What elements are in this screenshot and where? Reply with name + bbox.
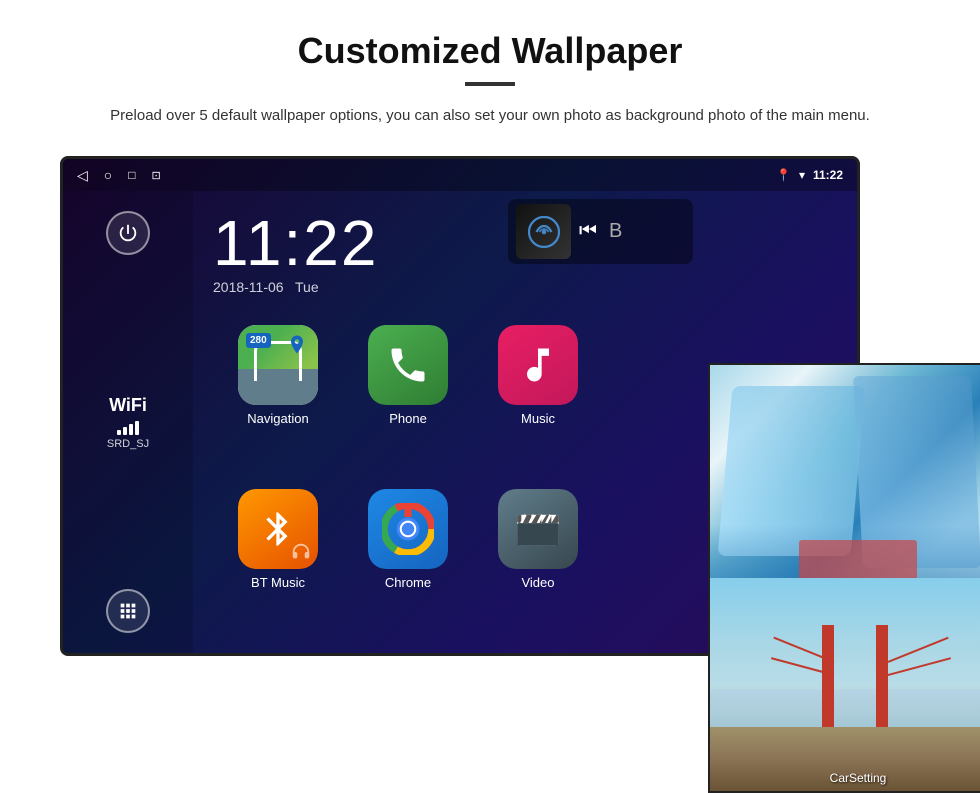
wifi-block: WiFi SRD_SJ: [107, 395, 149, 450]
apps-button[interactable]: [106, 589, 150, 633]
device-container: ◁ ○ □ ⊡ 📍 ▾ 11:22: [60, 156, 920, 656]
music-icon: [498, 325, 578, 405]
status-bar: ◁ ○ □ ⊡ 📍 ▾ 11:22: [63, 159, 857, 191]
navigation-icon: 280: [238, 325, 318, 405]
app-navigation[interactable]: 280 Navigation: [223, 325, 333, 469]
app-bt-music[interactable]: BT Music: [223, 489, 333, 633]
carsetting-label: CarSetting: [830, 771, 887, 785]
clock-date: 2018-11-06 Tue: [213, 279, 837, 295]
left-sidebar: WiFi SRD_SJ: [63, 191, 193, 653]
chrome-label: Chrome: [385, 575, 431, 590]
app-chrome[interactable]: Chrome: [353, 489, 463, 633]
music-label: Music: [521, 411, 555, 426]
page-description: Preload over 5 default wallpaper options…: [100, 104, 880, 128]
app-music[interactable]: Music: [483, 325, 593, 469]
navigation-label: Navigation: [247, 411, 308, 426]
status-right: 📍 ▾ 11:22: [776, 168, 843, 182]
back-icon[interactable]: ◁: [77, 167, 88, 184]
bt-music-label: BT Music: [251, 575, 305, 590]
top-music-area: ⏮ B: [508, 199, 693, 264]
wallpaper-bridge-thumb[interactable]: CarSetting: [710, 578, 980, 791]
chrome-icon: [368, 489, 448, 569]
phone-label: Phone: [389, 411, 427, 426]
wifi-icon: ▾: [799, 168, 805, 182]
page-wrapper: Customized Wallpaper Preload over 5 defa…: [0, 0, 980, 676]
wallpaper-ice-thumb[interactable]: [710, 365, 980, 578]
wifi-label: WiFi: [107, 395, 149, 416]
clock-display: 11:22: [813, 168, 843, 182]
home-icon[interactable]: ○: [104, 167, 112, 183]
recents-icon[interactable]: □: [128, 168, 135, 182]
video-icon: [498, 489, 578, 569]
title-underline: [465, 82, 515, 86]
video-label: Video: [521, 575, 554, 590]
phone-icon: [368, 325, 448, 405]
wallpaper-thumbnails: CarSetting: [708, 363, 980, 793]
status-left: ◁ ○ □ ⊡: [77, 167, 161, 184]
app-phone[interactable]: Phone: [353, 325, 463, 469]
location-icon: 📍: [776, 168, 791, 182]
prev-track-icon[interactable]: ⏮: [579, 220, 597, 243]
screenshot-icon[interactable]: ⊡: [152, 169, 161, 182]
wifi-name: SRD_SJ: [107, 438, 149, 450]
power-button[interactable]: [106, 211, 150, 255]
bt-music-icon: [238, 489, 318, 569]
next-track-icon[interactable]: B: [609, 220, 622, 243]
page-title: Customized Wallpaper: [60, 30, 920, 72]
wifi-bars: [107, 419, 149, 435]
app-video[interactable]: Video: [483, 489, 593, 633]
